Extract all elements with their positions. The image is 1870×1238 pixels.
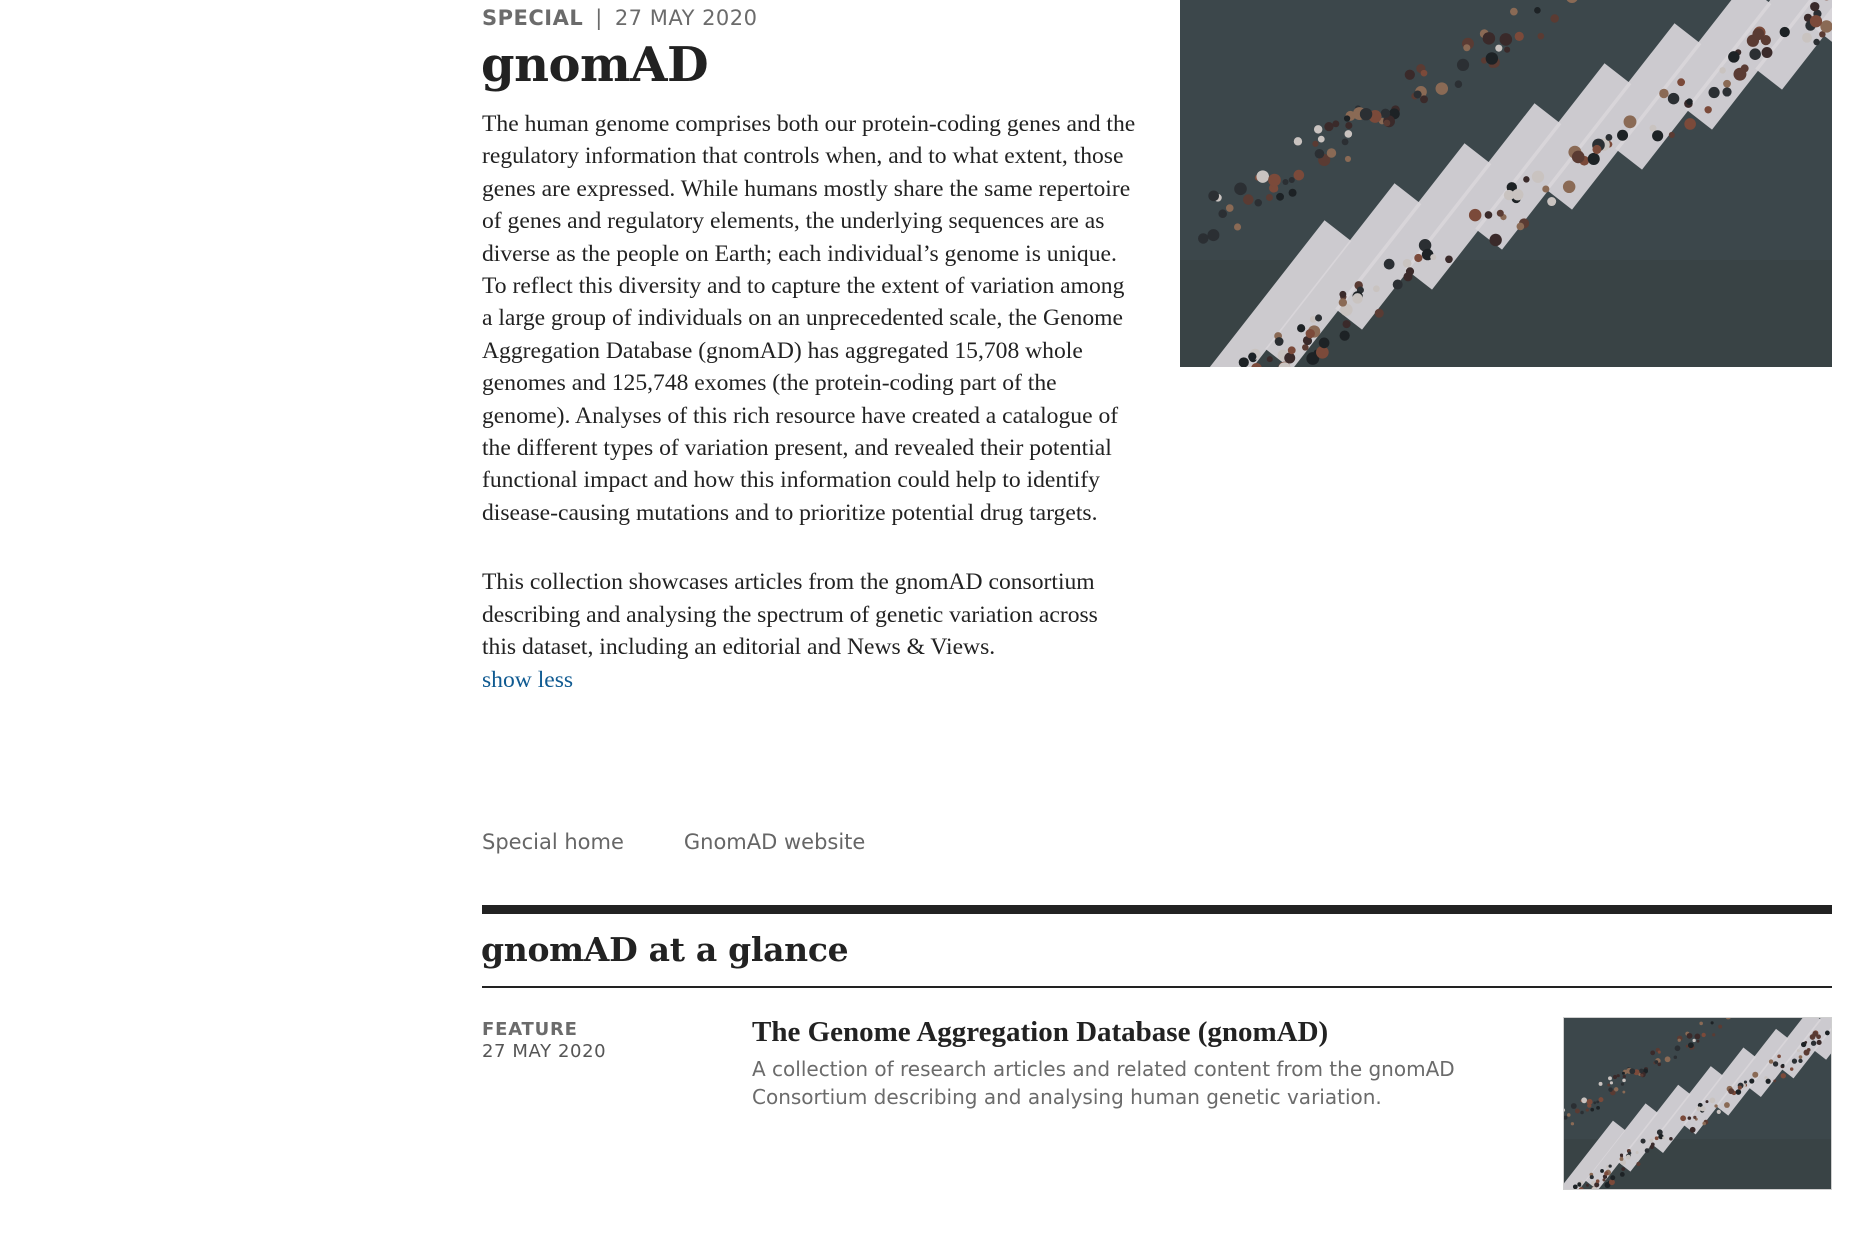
collection-description: The human genome comprises both our prot… — [482, 108, 1137, 696]
item-thumbnail[interactable] — [1563, 1017, 1832, 1190]
page-title: gnomAD — [481, 37, 709, 93]
meta-separator: | — [595, 6, 603, 30]
section-divider — [482, 905, 1832, 914]
item-date: 27 MAY 2020 — [482, 1041, 607, 1062]
hero-image — [1180, 0, 1832, 367]
crowd-helix-thumbnail — [1564, 1018, 1831, 1189]
item-description: A collection of research articles and re… — [752, 1057, 1455, 1109]
item-title-link[interactable]: The Genome Aggregation Database (gnomAD) — [752, 1014, 1328, 1050]
article-date: 27 MAY 2020 — [614, 6, 758, 30]
article-type-label: SPECIAL — [482, 6, 584, 30]
gnomad-website-link[interactable]: GnomAD website — [684, 830, 865, 854]
description-paragraph: This collection showcases articles from … — [482, 566, 1137, 696]
section-heading-rule — [482, 986, 1832, 988]
crowd-helix-illustration — [1180, 0, 1832, 367]
special-links: Special home GnomAD website — [482, 830, 865, 854]
item-type-label: FEATURE — [482, 1019, 578, 1040]
article-meta: SPECIAL | 27 MAY 2020 — [482, 6, 758, 30]
section-heading: gnomAD at a glance — [481, 930, 849, 969]
special-home-link[interactable]: Special home — [482, 830, 624, 854]
show-less-link[interactable]: show less — [482, 664, 1137, 696]
description-paragraph: The human genome comprises both our prot… — [482, 111, 1136, 526]
description-paragraph-text: This collection showcases articles from … — [482, 569, 1098, 661]
